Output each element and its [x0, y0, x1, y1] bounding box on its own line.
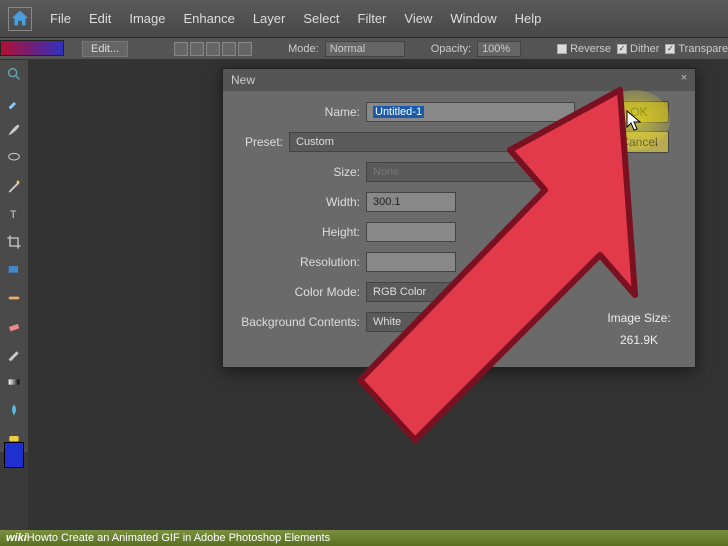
image-size-value: 261.9K: [607, 333, 670, 347]
menu-file[interactable]: File: [50, 11, 71, 26]
wand-tool-icon[interactable]: [4, 176, 24, 196]
opacity-field[interactable]: 100%: [477, 41, 521, 57]
reverse-checkbox[interactable]: Reverse: [557, 43, 611, 55]
resolution-label: Resolution:: [231, 255, 366, 269]
colormode-label: Color Mode:: [231, 285, 366, 299]
menu-edit[interactable]: Edit: [89, 11, 111, 26]
size-label: Size:: [231, 165, 366, 179]
lasso-tool-icon[interactable]: [4, 148, 24, 168]
menu-help[interactable]: Help: [515, 11, 542, 26]
size-dropdown[interactable]: None: [366, 162, 575, 182]
dialog-close-button[interactable]: ×: [677, 72, 691, 86]
gradient-tool-icon[interactable]: [4, 372, 24, 392]
menu-layer[interactable]: Layer: [253, 11, 286, 26]
preset-label: Preset:: [231, 135, 289, 149]
bg-dropdown[interactable]: White: [366, 312, 486, 332]
smudge-tool-icon[interactable]: [4, 400, 24, 420]
type-tool-icon[interactable]: T: [4, 204, 24, 224]
gradient-type-swatches[interactable]: [174, 42, 252, 56]
ok-button[interactable]: OK: [609, 101, 669, 123]
eraser-tool-icon[interactable]: [4, 316, 24, 336]
width-input[interactable]: 300.1: [366, 192, 456, 212]
bg-label: Background Contents:: [231, 315, 366, 329]
tool-strip: T: [0, 60, 28, 452]
home-icon[interactable]: [8, 7, 32, 31]
edit-gradient-button[interactable]: Edit...: [82, 41, 128, 57]
width-label: Width:: [231, 195, 366, 209]
height-input[interactable]: [366, 222, 456, 242]
pencil-tool-icon[interactable]: [4, 344, 24, 364]
menu-enhance[interactable]: Enhance: [184, 11, 235, 26]
preset-dropdown[interactable]: Custom: [289, 132, 547, 152]
svg-text:T: T: [10, 209, 17, 221]
crop-tool-icon[interactable]: [4, 232, 24, 252]
brush-tool-icon[interactable]: [4, 120, 24, 140]
caption-bar: wikiHow to Create an Animated GIF in Ado…: [0, 530, 728, 546]
menu-filter[interactable]: Filter: [358, 11, 387, 26]
foreground-color-swatch[interactable]: [4, 442, 24, 468]
mode-label: Mode:: [288, 43, 319, 55]
menu-window[interactable]: Window: [450, 11, 496, 26]
healing-tool-icon[interactable]: [4, 288, 24, 308]
menu-select[interactable]: Select: [303, 11, 339, 26]
dither-checkbox[interactable]: ✓Dither: [617, 43, 659, 55]
opacity-label: Opacity:: [431, 43, 471, 55]
zoom-tool-icon[interactable]: [4, 64, 24, 84]
eyedropper-tool-icon[interactable]: [4, 92, 24, 112]
height-label: Height:: [231, 225, 366, 239]
options-bar: Edit... Mode: Normal Opacity: 100% Rever…: [0, 38, 728, 60]
image-size-label: Image Size:: [607, 311, 670, 325]
menu-view[interactable]: View: [404, 11, 432, 26]
menubar: File Edit Image Enhance Layer Select Fil…: [0, 0, 728, 38]
gradient-preview[interactable]: [0, 40, 64, 56]
dialog-titlebar: New ×: [223, 69, 695, 91]
new-document-dialog: New × Name: Untitled-1 Preset: Custom Si…: [222, 68, 696, 368]
name-input[interactable]: Untitled-1: [366, 102, 575, 122]
resolution-input[interactable]: [366, 252, 456, 272]
cancel-button[interactable]: Cancel: [609, 131, 669, 153]
caption-prefix: wiki: [6, 532, 27, 544]
transparency-checkbox[interactable]: ✓Transparency: [665, 43, 728, 55]
colormode-dropdown[interactable]: RGB Color: [366, 282, 486, 302]
menu-image[interactable]: Image: [129, 11, 165, 26]
dialog-title-text: New: [231, 73, 255, 87]
caption-text: to Create an Animated GIF in Adobe Photo…: [49, 532, 330, 544]
name-label: Name:: [231, 105, 366, 119]
mode-dropdown[interactable]: Normal: [325, 41, 405, 57]
shape-tool-icon[interactable]: [4, 260, 24, 280]
caption-how: How: [27, 532, 49, 544]
